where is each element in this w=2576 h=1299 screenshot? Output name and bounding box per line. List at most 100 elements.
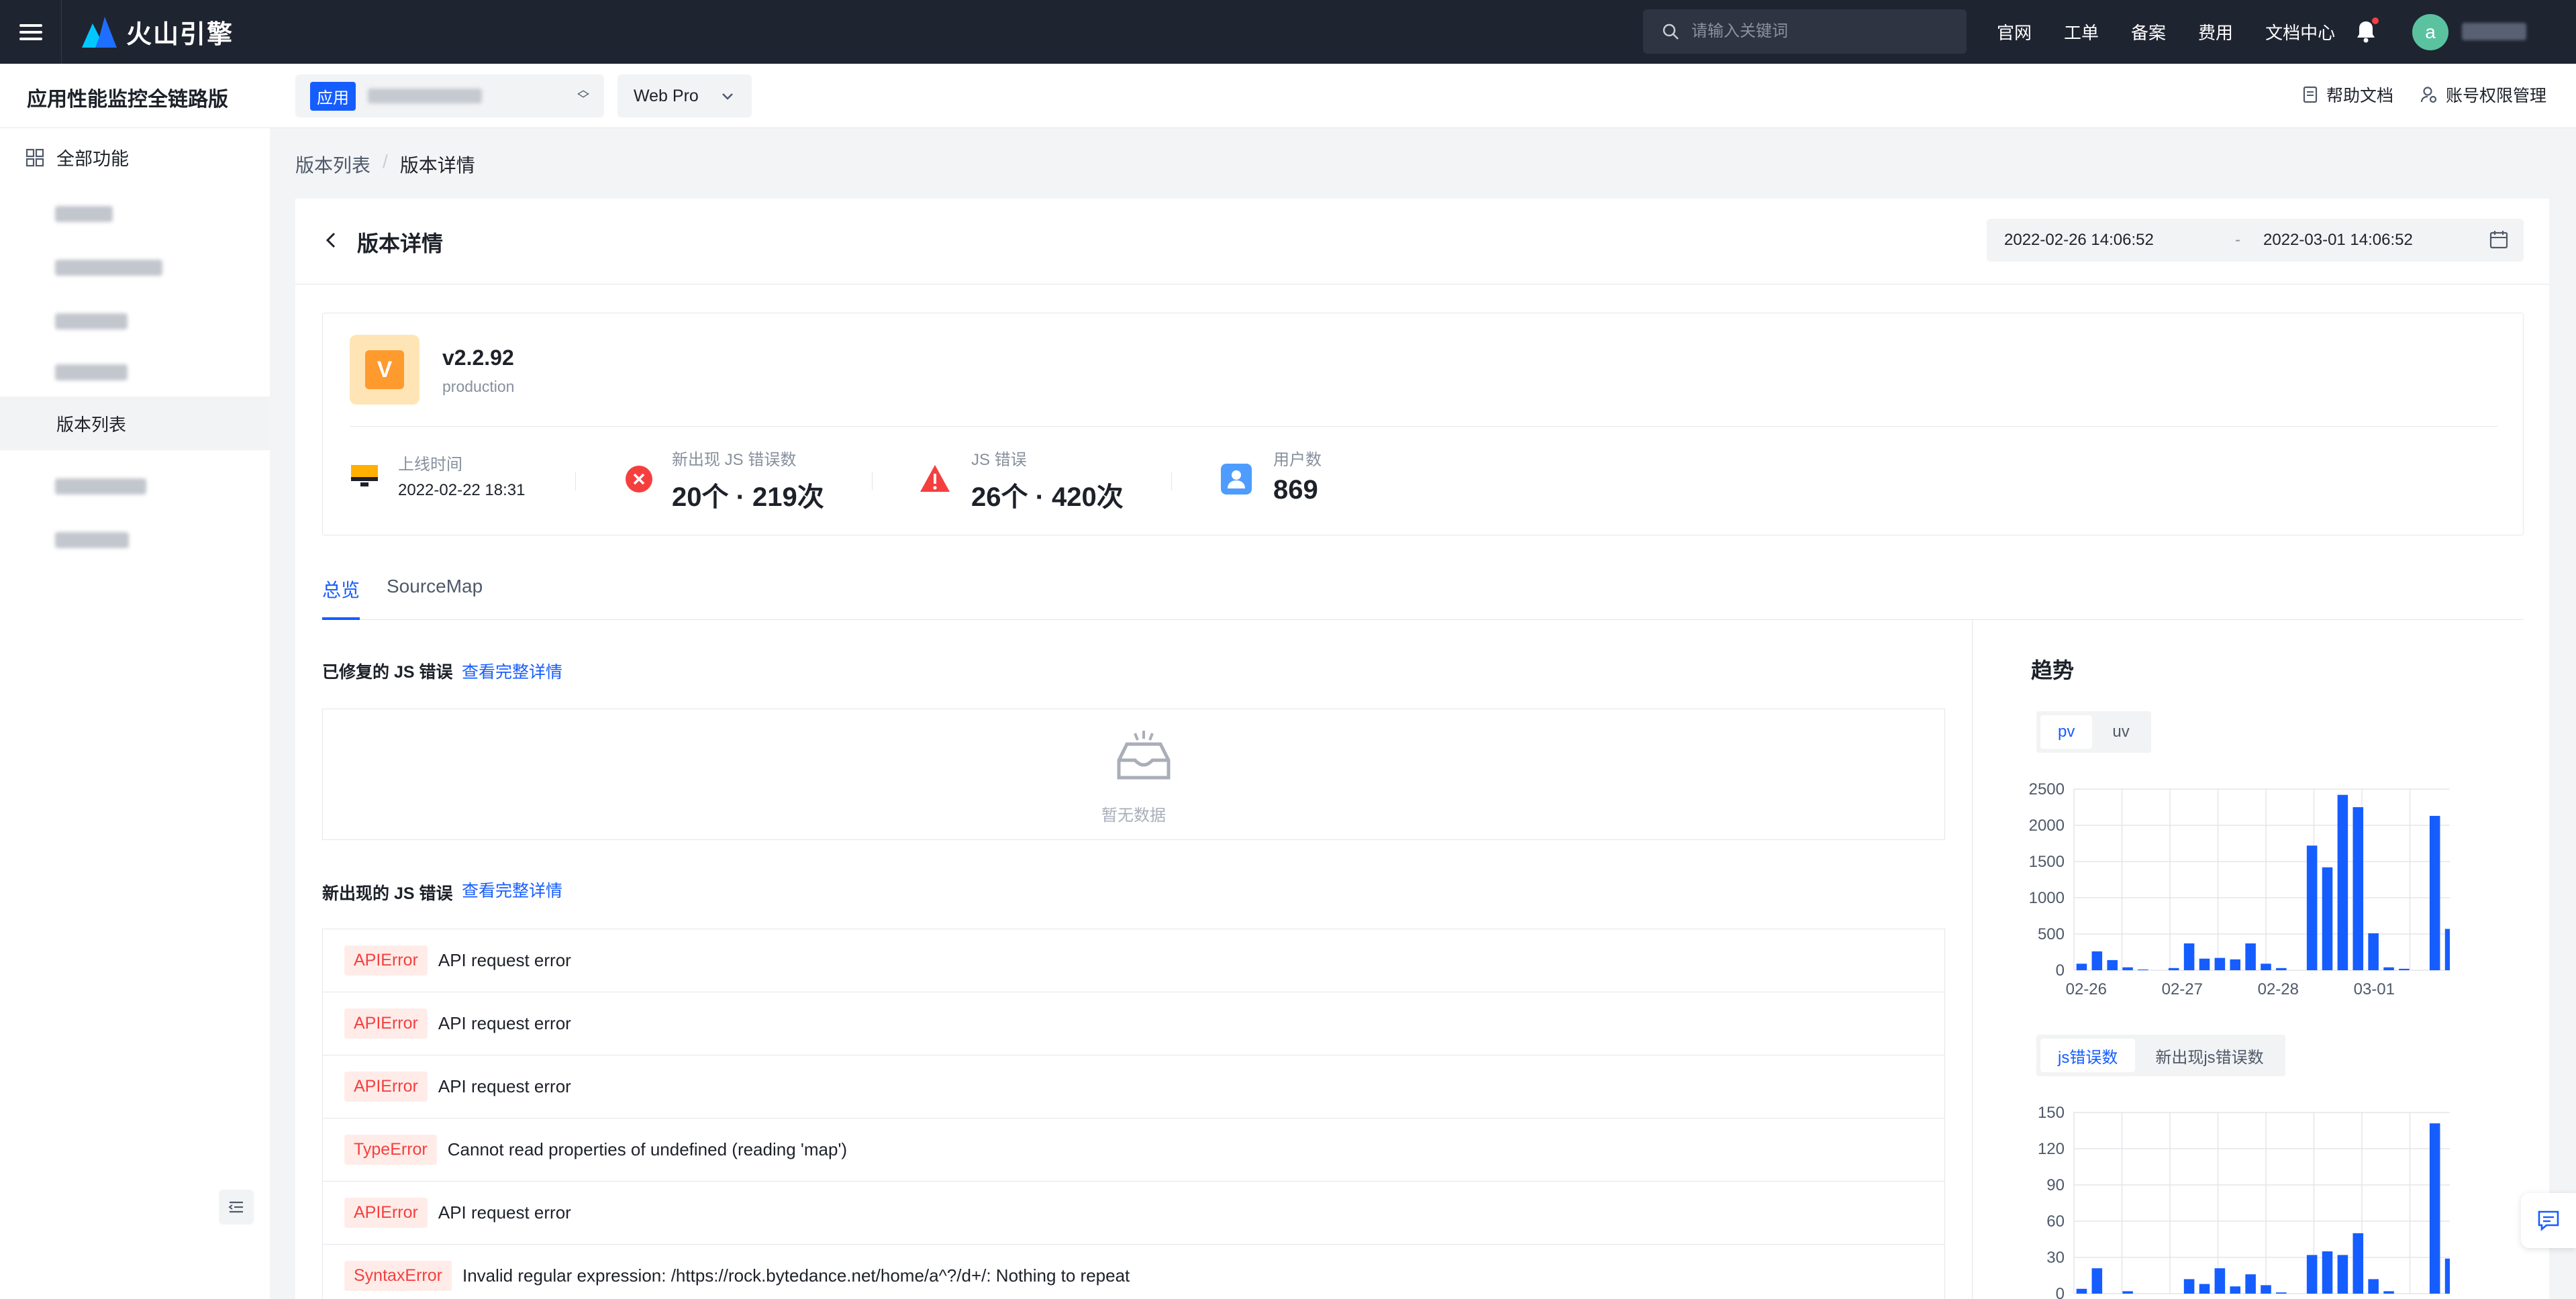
search-input[interactable] (1691, 22, 1933, 41)
chart-bar (2214, 957, 2226, 970)
page-title: 版本详情 (357, 231, 444, 256)
error-message: API request error (438, 1076, 571, 1096)
username-redacted[interactable] (2462, 23, 2526, 40)
js-error-trend-chart: 0 30 60 90 120 150 (2038, 1104, 2450, 1299)
chart-bar (2261, 964, 2271, 970)
y-tick-label: 2000 (2029, 817, 2065, 835)
calendar-icon[interactable] (2489, 229, 2509, 250)
app-selector[interactable]: 应用 ︿ ﹀ (295, 74, 604, 117)
list-item[interactable]: APIError API request error (323, 929, 1944, 992)
toggle-pv[interactable]: pv (2040, 715, 2093, 749)
range-separator: - (2235, 231, 2240, 249)
version-detail-panel: 版本详情 2022-02-26 14:06:52 - 2022-03-01 14… (295, 199, 2549, 1299)
error-type-tag: TypeError (344, 1135, 437, 1165)
link-docs-center[interactable]: 文档中心 (2265, 19, 2335, 44)
version-icon-letter: V (377, 356, 393, 382)
pv-uv-toggle: pv uv (2036, 711, 2151, 753)
menu-icon[interactable] (0, 0, 62, 64)
chart-bar (2306, 1255, 2318, 1294)
error-message: Invalid regular expression: /https://roc… (462, 1265, 1130, 1286)
product-header: 应用性能监控全链路版 应用 ︿ ﹀ Web Pro 帮助文档 账号权限管理 (0, 64, 2576, 128)
collapse-sidebar-button[interactable] (219, 1190, 254, 1225)
sidebar-item-redacted[interactable] (55, 206, 113, 222)
user-badge-icon (1221, 464, 1252, 495)
sidebar: 全部功能 版本列表 (0, 128, 270, 1299)
back-arrow-icon[interactable] (321, 227, 340, 254)
new-errors-list: APIError API request error APIError API … (322, 929, 1945, 1299)
env-selector[interactable]: Web Pro (617, 74, 752, 117)
chart-bar (2214, 1268, 2226, 1294)
list-item[interactable]: TypeError Cannot read properties of unde… (323, 1119, 1944, 1182)
toggle-uv[interactable]: uv (2095, 715, 2146, 749)
divider (1171, 472, 1172, 490)
error-type-tag: APIError (344, 1008, 428, 1039)
chart-bar (2091, 951, 2103, 970)
fixed-errors-empty: 暂无数据 (322, 709, 1945, 840)
app-name-redacted (368, 89, 482, 103)
list-item[interactable]: SyntaxError Invalid regular expression: … (323, 1245, 1944, 1299)
updown-chevron-icon: ︿ ﹀ (577, 83, 589, 106)
link-filing[interactable]: 备案 (2131, 19, 2166, 44)
chart-bar (2383, 1291, 2394, 1294)
tab-sourcemap[interactable]: SourceMap (387, 576, 483, 597)
toggle-js-errors[interactable]: js错误数 (2040, 1039, 2136, 1072)
stat-value: 2022-02-22 18:31 (398, 481, 526, 499)
chart-bar (2429, 815, 2440, 970)
tab-overview[interactable]: 总览 (322, 576, 360, 603)
sidebar-item-version-list[interactable]: 版本列表 (0, 397, 270, 450)
monitor-icon (351, 465, 378, 486)
chart-bar (2352, 1233, 2364, 1294)
chart-bar (2276, 968, 2287, 970)
sidebar-item-redacted[interactable] (55, 313, 128, 329)
chart-bar (2444, 929, 2450, 970)
list-item[interactable]: APIError API request error (323, 1055, 1944, 1119)
empty-message: 暂无数据 (1101, 807, 1166, 825)
new-errors-details-link[interactable]: 查看完整详情 (462, 878, 562, 902)
range-start[interactable]: 2022-02-26 14:06:52 (2004, 231, 2154, 250)
sidebar-item-redacted[interactable] (55, 364, 128, 380)
chart-bar (2352, 807, 2364, 970)
brand-logo[interactable]: 火山引擎 (82, 13, 234, 50)
feedback-chat-button[interactable] (2521, 1193, 2576, 1248)
list-item[interactable]: APIError API request error (323, 992, 1944, 1055)
error-message: API request error (438, 1013, 571, 1033)
search-icon (1663, 23, 1679, 40)
chart-bar (2183, 943, 2195, 970)
chart-bar (2122, 967, 2133, 970)
divider (350, 426, 2497, 427)
sidebar-item-redacted[interactable] (55, 260, 162, 276)
user-avatar[interactable]: a (2412, 14, 2448, 50)
date-range-picker[interactable]: 2022-02-26 14:06:52 - 2022-03-01 14:06:5… (1987, 219, 2524, 262)
fixed-errors-details-link[interactable]: 查看完整详情 (462, 659, 562, 683)
x-tick-label: 02-27 (2162, 980, 2203, 996)
notification-bell-icon[interactable] (2356, 17, 2379, 46)
help-docs-link[interactable]: 帮助文档 (2302, 83, 2393, 107)
account-permissions-link[interactable]: 账号权限管理 (2420, 83, 2546, 107)
chart-bar (2076, 964, 2087, 970)
env-selector-value: Web Pro (634, 86, 699, 105)
stat-label: JS 错误 (971, 451, 1027, 469)
sidebar-item-all-features[interactable]: 全部功能 (26, 144, 129, 170)
document-icon (2303, 86, 2318, 103)
link-tickets[interactable]: 工单 (2064, 19, 2099, 44)
range-end[interactable]: 2022-03-01 14:06:52 (2263, 231, 2413, 250)
sidebar-item-redacted[interactable] (55, 478, 146, 495)
y-tick-label: 150 (2038, 1104, 2065, 1122)
sidebar-item-redacted[interactable] (55, 532, 129, 548)
chart-bar (2245, 943, 2256, 970)
version-summary-card: V v2.2.92 production 上线时间 2022-02-22 18:… (322, 313, 2524, 535)
chart-bar (2368, 933, 2379, 970)
toggle-new-js-errors[interactable]: 新出现js错误数 (2138, 1039, 2281, 1072)
link-billing[interactable]: 费用 (2198, 19, 2233, 44)
panel-header: 版本详情 2022-02-26 14:06:52 - 2022-03-01 14… (295, 199, 2549, 284)
breadcrumb-version-list[interactable]: 版本列表 (295, 151, 370, 178)
list-item[interactable]: APIError API request error (323, 1182, 1944, 1245)
global-search[interactable] (1643, 9, 1967, 54)
link-official-site[interactable]: 官网 (1997, 19, 2032, 44)
chart-bar (2168, 968, 2179, 970)
stat-value: 26个 · 420次 (971, 482, 1124, 512)
chart-bar (2230, 959, 2241, 970)
error-message: API request error (438, 1202, 571, 1223)
chart-bar (2261, 1285, 2271, 1294)
y-tick-label: 500 (2038, 925, 2065, 943)
